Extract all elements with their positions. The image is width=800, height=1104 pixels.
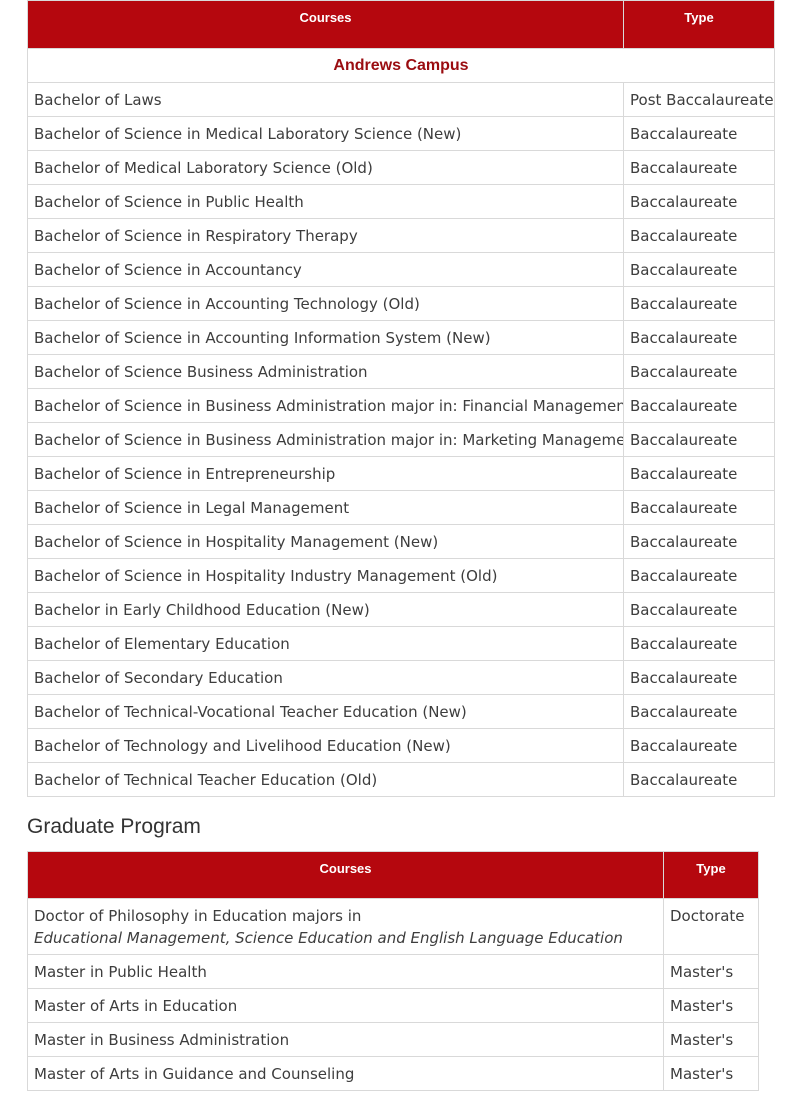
course-cell: Bachelor of Science in Entrepreneurship bbox=[27, 456, 624, 491]
course-majors: Educational Management, Science Educatio… bbox=[34, 929, 623, 947]
table-row: Bachelor of Science in Legal Management B… bbox=[27, 490, 775, 525]
type-cell: Baccalaureate bbox=[623, 626, 775, 661]
table-row: Bachelor of Science in Respiratory Thera… bbox=[27, 218, 775, 253]
course-cell: Bachelor of Secondary Education bbox=[27, 660, 624, 695]
type-column-header: Type bbox=[623, 0, 775, 49]
table-row: Bachelor of Science in Accounting Techno… bbox=[27, 286, 775, 321]
table-row: Bachelor of Technical-Vocational Teacher… bbox=[27, 694, 775, 729]
course-cell: Bachelor in Early Childhood Education (N… bbox=[27, 592, 624, 627]
course-cell: Bachelor of Science in Hospitality Indus… bbox=[27, 558, 624, 593]
table-row: Bachelor in Early Childhood Education (N… bbox=[27, 592, 775, 627]
course-cell: Bachelor of Medical Laboratory Science (… bbox=[27, 150, 624, 185]
course-cell: Master of Arts in Guidance and Counselin… bbox=[27, 1056, 664, 1091]
table-row: Master of Arts in Education Master's bbox=[27, 988, 759, 1023]
table-row: Bachelor of Science in Business Administ… bbox=[27, 388, 775, 423]
type-cell: Baccalaureate bbox=[623, 388, 775, 423]
course-cell: Bachelor of Elementary Education bbox=[27, 626, 624, 661]
course-cell: Bachelor of Science Business Administrat… bbox=[27, 354, 624, 389]
undergrad-courses-table: Courses Type Andrews Campus Bachelor of … bbox=[27, 0, 775, 797]
course-cell: Bachelor of Science in Business Administ… bbox=[27, 422, 624, 457]
course-cell: Bachelor of Science in Accounting Techno… bbox=[27, 286, 624, 321]
type-cell: Baccalaureate bbox=[623, 524, 775, 559]
type-cell: Baccalaureate bbox=[623, 490, 775, 525]
type-cell: Baccalaureate bbox=[623, 558, 775, 593]
type-cell: Baccalaureate bbox=[623, 694, 775, 729]
table-header-row: Courses Type bbox=[27, 0, 775, 49]
type-cell: Baccalaureate bbox=[623, 150, 775, 185]
table-row: Bachelor of Elementary Education Baccalau… bbox=[27, 626, 775, 661]
table-row: Bachelor of Science in Business Administ… bbox=[27, 422, 775, 457]
type-cell: Baccalaureate bbox=[623, 354, 775, 389]
type-cell: Baccalaureate bbox=[623, 218, 775, 253]
type-cell: Master's bbox=[663, 988, 759, 1023]
graduate-courses-table: Courses Type Doctor of Philosophy in Edu… bbox=[27, 851, 759, 1091]
type-cell: Baccalaureate bbox=[623, 728, 775, 763]
table-row: Bachelor of Science in Public Health Bacc… bbox=[27, 184, 775, 219]
graduate-program-heading: Graduate Program bbox=[27, 815, 201, 838]
type-cell: Doctorate bbox=[663, 898, 759, 955]
table-row: Master of Arts in Guidance and Counselin… bbox=[27, 1056, 759, 1091]
table-row: Bachelor of Medical Laboratory Science (… bbox=[27, 150, 775, 185]
course-cell: Master in Public Health bbox=[27, 954, 664, 989]
table-row: Bachelor of Science in Medical Laborator… bbox=[27, 116, 775, 151]
course-cell: Doctor of Philosophy in Education majors… bbox=[27, 898, 664, 955]
course-cell: Bachelor of Science in Respiratory Thera… bbox=[27, 218, 624, 253]
course-cell: Bachelor of Science in Business Administ… bbox=[27, 388, 624, 423]
type-cell: Baccalaureate bbox=[623, 116, 775, 151]
course-cell: Bachelor of Science in Accounting Inform… bbox=[27, 320, 624, 355]
table-row: Bachelor of Technical Teacher Education … bbox=[27, 762, 775, 797]
course-name: Doctor of Philosophy in Education majors… bbox=[34, 907, 362, 925]
course-cell: Bachelor of Laws bbox=[27, 82, 624, 117]
table-row: Bachelor of Technology and Livelihood Ed… bbox=[27, 728, 775, 763]
table-row: Bachelor of Science in Accounting Inform… bbox=[27, 320, 775, 355]
type-cell: Master's bbox=[663, 954, 759, 989]
type-cell: Master's bbox=[663, 1022, 759, 1057]
table-row: Bachelor of Science in Hospitality Manag… bbox=[27, 524, 775, 559]
course-cell: Bachelor of Science in Medical Laborator… bbox=[27, 116, 624, 151]
course-cell: Master of Arts in Education bbox=[27, 988, 664, 1023]
courses-column-header: Courses bbox=[27, 0, 624, 49]
type-cell: Baccalaureate bbox=[623, 184, 775, 219]
course-cell: Bachelor of Science in Legal Management bbox=[27, 490, 624, 525]
course-cell: Bachelor of Technical-Vocational Teacher… bbox=[27, 694, 624, 729]
type-column-header: Type bbox=[663, 851, 759, 899]
table-row: Master in Public Health Master's bbox=[27, 954, 759, 989]
table-row: Bachelor of Science in Accountancy Baccal… bbox=[27, 252, 775, 287]
type-cell: Baccalaureate bbox=[623, 456, 775, 491]
type-cell: Baccalaureate bbox=[623, 252, 775, 287]
table-row: Bachelor of Science Business Administrat… bbox=[27, 354, 775, 389]
table-row: Doctor of Philosophy in Education majors… bbox=[27, 898, 759, 955]
table-row: Bachelor of Secondary Education Baccalaur… bbox=[27, 660, 775, 695]
table-row: Bachelor of Science in Hospitality Indus… bbox=[27, 558, 775, 593]
type-cell: Post Baccalaureate bbox=[623, 82, 775, 117]
table-header-row: Courses Type bbox=[27, 851, 759, 899]
course-cell: Bachelor of Technology and Livelihood Ed… bbox=[27, 728, 624, 763]
type-cell: Baccalaureate bbox=[623, 660, 775, 695]
course-cell: Bachelor of Technical Teacher Education … bbox=[27, 762, 624, 797]
course-cell: Bachelor of Science in Hospitality Manag… bbox=[27, 524, 624, 559]
course-cell: Bachelor of Science in Public Health bbox=[27, 184, 624, 219]
table-row: Bachelor of Science in Entrepreneurship B… bbox=[27, 456, 775, 491]
course-cell: Master in Business Administration bbox=[27, 1022, 664, 1057]
type-cell: Baccalaureate bbox=[623, 762, 775, 797]
type-cell: Baccalaureate bbox=[623, 320, 775, 355]
table-row: Master in Business Administration Master'… bbox=[27, 1022, 759, 1057]
courses-column-header: Courses bbox=[27, 851, 664, 899]
type-cell: Baccalaureate bbox=[623, 592, 775, 627]
table-row: Bachelor of Laws Post Baccalaureate bbox=[27, 82, 775, 117]
campus-name: Andrews Campus bbox=[27, 48, 775, 83]
campus-row: Andrews Campus bbox=[27, 48, 775, 83]
type-cell: Master's bbox=[663, 1056, 759, 1091]
type-cell: Baccalaureate bbox=[623, 286, 775, 321]
type-cell: Baccalaureate bbox=[623, 422, 775, 457]
course-cell: Bachelor of Science in Accountancy bbox=[27, 252, 624, 287]
